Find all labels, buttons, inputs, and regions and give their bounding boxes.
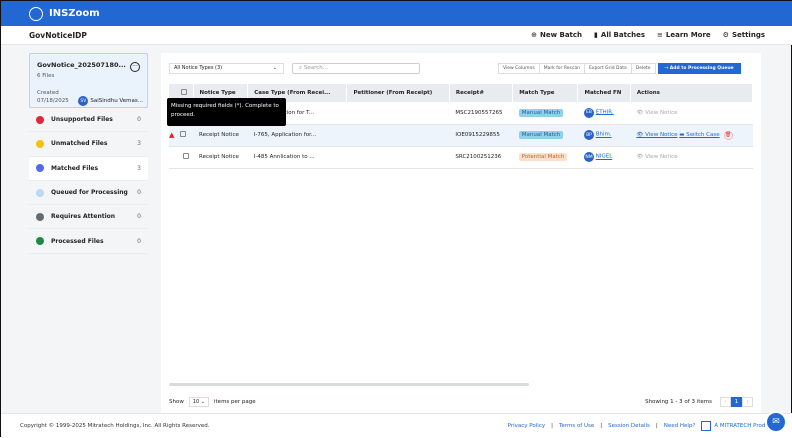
receipt-number: IOE0915229855 xyxy=(449,124,513,147)
created-date: 07/18/2025 xyxy=(37,98,69,104)
chat-help-icon[interactable]: ✉ xyxy=(765,411,787,433)
category-processed-files[interactable]: Processed Files 0 xyxy=(29,229,148,254)
settings-button[interactable]: ⚙ Settings xyxy=(723,31,765,39)
footer: Copyright © 1999-2025 Mitratech Holdings… xyxy=(1,413,792,438)
created-label: Created xyxy=(37,90,59,96)
page-size-select[interactable]: 10 ⌄ xyxy=(188,397,209,407)
status-dot-icon xyxy=(36,164,44,173)
avatar: SV xyxy=(78,96,89,106)
notice-type: Receipt Notice xyxy=(193,146,248,169)
category-unsupported-files[interactable]: Unsupported Files 0 xyxy=(29,108,148,133)
all-batches-button[interactable]: ▮ All Batches xyxy=(594,31,645,39)
top-bar: INSZoom xyxy=(1,1,792,26)
batch-sidebar: GovNotice_202507180... 6 Files Created 07… xyxy=(29,53,148,254)
petitioner xyxy=(346,124,450,147)
receipt-number: SRC2100251236 xyxy=(449,146,513,169)
status-dot-icon xyxy=(36,188,44,197)
terms-link[interactable]: Terms of Use xyxy=(559,423,594,429)
mark-rescan-button[interactable]: Mark for Rescan xyxy=(538,63,585,74)
tooltip: Missing required fields (*). Complete to… xyxy=(167,98,286,126)
search-input[interactable]: ⌕ Search... xyxy=(292,63,420,74)
notice-type: Receipt Notice xyxy=(193,124,248,147)
files-table: Notice Type Case Type (From Recei... Pet… xyxy=(169,84,754,169)
export-grid-button[interactable]: Export Grid Data xyxy=(583,63,632,74)
table-row[interactable]: Receipt Notice I-485 Annlication to ... … xyxy=(169,146,753,169)
col-petitioner[interactable]: Petitioner (From Receipt) xyxy=(346,84,450,102)
select-all-checkbox[interactable] xyxy=(181,89,187,95)
new-batch-button[interactable]: ⊕ New Batch xyxy=(531,31,582,39)
page-title: GovNoticeIDP xyxy=(29,30,87,40)
warning-icon: ▲ xyxy=(169,131,175,139)
privacy-policy-link[interactable]: Privacy Policy xyxy=(508,423,545,429)
receipt-number: MSC2190557265 xyxy=(449,102,513,125)
matched-fn-link[interactable]: Bhim. xyxy=(596,132,612,138)
show-label: Show xyxy=(169,399,184,405)
col-actions: Actions xyxy=(630,84,754,102)
per-page-label: items per page xyxy=(214,399,256,405)
matched-fn-link[interactable]: ETHIR. xyxy=(596,109,614,115)
case-type: I-485 Annlication to ... xyxy=(247,146,347,169)
status-dot-icon xyxy=(36,115,44,124)
plus-circle-icon: ⊕ xyxy=(531,31,537,39)
category-queued-for-processing[interactable]: Queued for Processing 0 xyxy=(29,180,148,206)
petitioner xyxy=(346,146,450,169)
page-1-button[interactable]: 1 xyxy=(731,397,742,407)
status-dot-icon xyxy=(36,139,44,148)
pagination: Show 10 ⌄ items per page Showing 1 - 3 o… xyxy=(169,397,753,407)
sub-header: GovNoticeIDP ⊕ New Batch ▮ All Batches ≡ Le… xyxy=(1,26,792,45)
switch-case-link[interactable]: ▬ Switch Case xyxy=(679,132,719,138)
view-columns-button[interactable]: View Columns xyxy=(498,63,540,74)
more-options-icon[interactable]: ··· xyxy=(130,62,140,72)
need-help-link[interactable]: Need Help? xyxy=(664,423,696,429)
col-match-type[interactable]: Match Type xyxy=(512,84,579,102)
batch-file-count: 6 Files xyxy=(37,73,55,79)
notice-type-filter[interactable]: All Notice Types (3) ⌄ xyxy=(169,63,284,74)
learn-more-button[interactable]: ≡ Learn More xyxy=(657,31,711,39)
chevron-down-icon: ⌄ xyxy=(272,65,277,71)
petitioner xyxy=(346,102,450,125)
status-dot-icon xyxy=(36,237,44,246)
mitratech-logo-icon xyxy=(701,421,712,431)
horizontal-scrollbar[interactable] xyxy=(169,383,529,386)
view-notice-link[interactable]: 👁 View Notice xyxy=(636,110,677,116)
session-details-link[interactable]: Session Details xyxy=(608,423,650,429)
book-icon: ≡ xyxy=(657,31,663,39)
match-type-badge: Manual Match xyxy=(518,108,564,117)
matched-fn-link[interactable]: NIGEL xyxy=(596,154,613,160)
category-unmatched-files[interactable]: Unmatched Files 3 xyxy=(29,132,148,157)
batch-card[interactable]: GovNotice_202507180... 6 Files Created 07… xyxy=(29,53,148,108)
copyright: Copyright © 1999-2025 Mitratech Holdings… xyxy=(20,423,210,429)
batch-name: GovNotice_202507180... xyxy=(37,61,126,69)
view-notice-link[interactable]: 👁 View Notice xyxy=(636,154,677,160)
row-checkbox[interactable] xyxy=(180,131,187,137)
match-type-badge: Manual Match xyxy=(518,131,564,139)
row-checkbox[interactable] xyxy=(183,153,189,159)
delete-button[interactable]: Delete xyxy=(630,63,656,74)
trash-icon[interactable]: 🗑 xyxy=(723,130,733,140)
inszoom-logo-icon xyxy=(29,6,43,21)
avatar: NM xyxy=(583,152,594,162)
table-row[interactable]: ▲ Receipt Notice I-765, Application for.… xyxy=(169,124,753,147)
category-requires-attention[interactable]: Requires Attention 0 xyxy=(29,205,148,230)
prev-page-button[interactable]: ‹ xyxy=(720,397,731,407)
showing-count: Showing 1 - 3 of 3 items xyxy=(645,399,712,405)
file-icon: ▮ xyxy=(594,31,598,39)
status-dot-icon xyxy=(36,212,44,221)
category-matched-files[interactable]: Matched Files 3 xyxy=(29,156,148,181)
avatar: BP xyxy=(583,130,594,140)
col-matched-fn[interactable]: Matched FN xyxy=(577,84,631,102)
match-type-badge: Potential Match xyxy=(518,153,568,161)
view-notice-link[interactable]: 👁 View Notice xyxy=(636,132,677,138)
gear-icon: ⚙ xyxy=(722,31,729,39)
batch-user: SaiSindhu Vemas... xyxy=(90,98,143,104)
col-receipt[interactable]: Receipt# xyxy=(449,84,514,102)
brand-name: INSZoom xyxy=(49,8,100,19)
next-page-button[interactable]: › xyxy=(742,397,753,407)
case-type: I-765, Application for... xyxy=(247,124,347,147)
avatar: EB xyxy=(583,107,594,118)
add-to-queue-button[interactable]: → Add to Processing Queue xyxy=(657,63,741,74)
